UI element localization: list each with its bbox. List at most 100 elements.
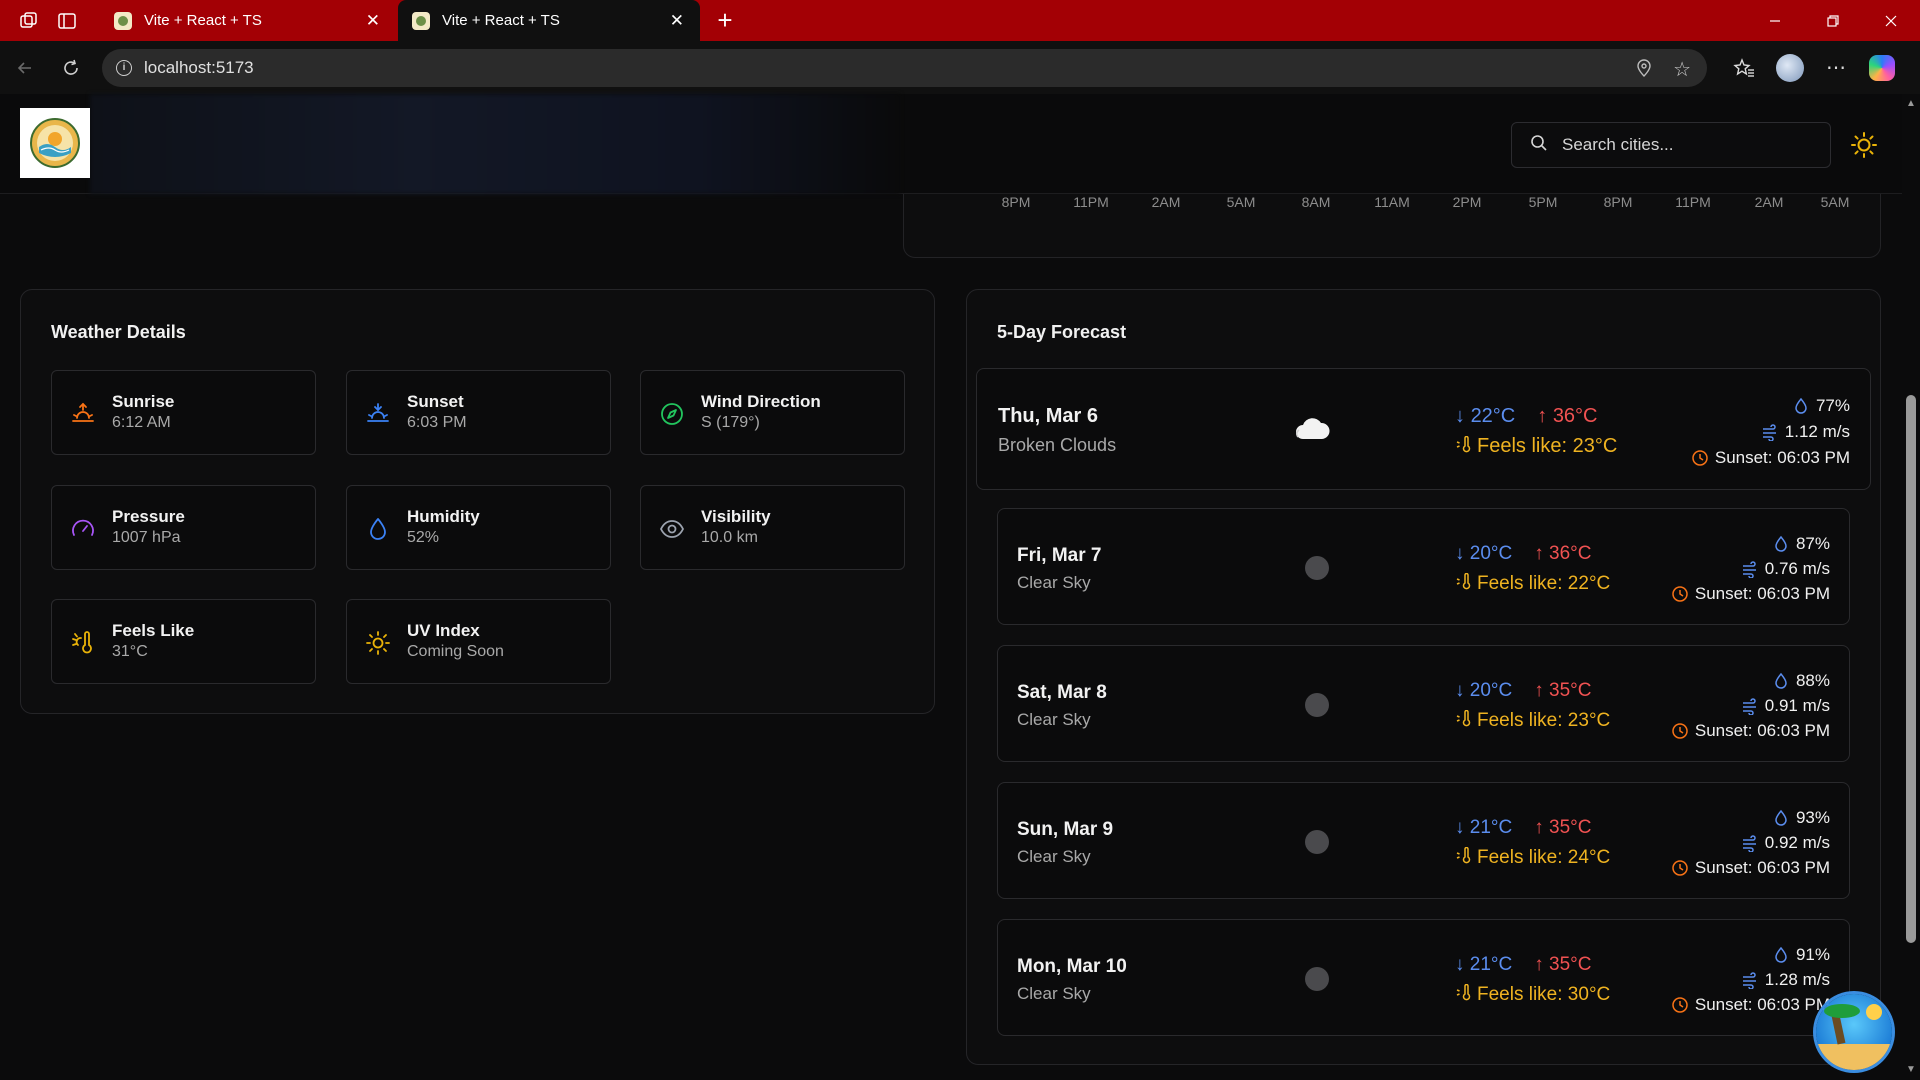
refresh-icon[interactable] (48, 45, 94, 91)
clear-sky-icon (1305, 967, 1329, 991)
humidity-icon (1775, 535, 1787, 552)
humidity-row: 77% (1691, 393, 1850, 419)
vertical-tabs-icon[interactable] (52, 6, 82, 36)
forecast-description: Broken Clouds (998, 435, 1117, 455)
detail-value: 10.0 km (701, 529, 758, 546)
clock-icon (1692, 450, 1708, 466)
search-input[interactable] (1562, 135, 1812, 155)
back-icon[interactable] (2, 45, 48, 91)
axis-tick: 11AM (1374, 194, 1410, 210)
feels-like-value: Feels like: 22°C (1477, 573, 1611, 594)
forecast-day[interactable]: Thu, Mar 6 Broken Clouds ↓ 22°C ↑ 36°C Fe… (976, 368, 1871, 490)
clear-sky-icon (1305, 693, 1329, 717)
thermometer-sun-icon (1456, 435, 1471, 453)
app-logo[interactable] (20, 108, 90, 178)
axis-tick: 8PM (1001, 194, 1031, 210)
axis-tick: 8PM (1603, 194, 1633, 210)
feels-like: Feels like: 23°C (1455, 435, 1617, 458)
temperature-range: ↓ 21°C ↑ 35°C (1455, 817, 1591, 839)
clear-sky-icon (1305, 830, 1329, 854)
clock-icon (1672, 859, 1688, 876)
detail-label: Feels Like (112, 621, 195, 640)
detail-visibility: Visibility 10.0 km (640, 485, 905, 570)
axis-tick: 2AM (1754, 194, 1784, 210)
restore-icon[interactable] (1804, 0, 1862, 41)
feels-like: Feels like: 23°C (1455, 709, 1610, 732)
forecast-day[interactable]: Mon, Mar 10 Clear Sky ↓ 21°C ↑ 35°C Feels… (997, 919, 1850, 1036)
sun-icon (365, 630, 391, 656)
feels-like-value: Feels like: 23°C (1477, 435, 1618, 457)
thermometer-sun-icon (1456, 572, 1471, 590)
city-search[interactable] (1511, 122, 1831, 168)
humidity-row: 93% (1671, 805, 1830, 830)
close-tab-icon[interactable]: ✕ (670, 11, 684, 31)
hourly-temperature-card: 8PM 11PM 2AM 5AM 8AM 11AM 2PM 5PM 8PM 11… (903, 194, 1881, 258)
detail-value: 1007 hPa (112, 529, 181, 546)
detail-value: 52% (407, 529, 440, 546)
sunset-row: Sunset: 06:03 PM (1671, 718, 1830, 743)
weather-details-title: Weather Details (51, 322, 186, 342)
minimize-icon[interactable] (1746, 0, 1804, 41)
site-info-icon[interactable]: i (116, 59, 132, 76)
wind-icon (1742, 697, 1756, 715)
tab-title: Vite + React + TS (442, 12, 560, 29)
scrollbar-thumb[interactable] (1906, 395, 1916, 943)
url-text: localhost:5173 (144, 57, 254, 77)
detail-wind-direction: Wind Direction S (179°) (640, 370, 905, 455)
forecast-meta: 87% 0.76 m/s Sunset: 06:03 PM (1671, 531, 1830, 606)
address-bar-row: i localhost:5173 ☆ ⋯ (0, 41, 1920, 94)
forecast-date: Thu, Mar 6 (998, 405, 1099, 427)
sunset-row: Sunset: 06:03 PM (1691, 445, 1850, 471)
favorites-icon[interactable] (1721, 45, 1767, 91)
axis-tick: 2PM (1452, 194, 1482, 210)
max-temp: ↑ 35°C (1534, 680, 1592, 701)
forecast-date: Mon, Mar 10 (1017, 956, 1127, 977)
humidity-icon (1775, 946, 1787, 963)
detail-sunrise: Sunrise 6:12 AM (51, 370, 316, 455)
min-temp: ↓ 22°C (1455, 405, 1516, 427)
workspaces-icon[interactable] (14, 6, 44, 36)
scroll-up-arrow-icon[interactable]: ▲ (1906, 98, 1916, 109)
wind-row: 0.91 m/s (1671, 693, 1830, 718)
url-field[interactable]: i localhost:5173 ☆ (102, 48, 1707, 87)
browser-tab-bar: Vite + React + TS ✕ Vite + React + TS ✕ … (0, 0, 1920, 41)
humidity-row: 91% (1671, 942, 1830, 967)
wind-icon (1742, 834, 1756, 852)
theme-toggle-sun-icon[interactable] (1848, 129, 1880, 161)
min-temp-value: 20°C (1469, 543, 1513, 564)
axis-tick: 2AM (1151, 194, 1181, 210)
max-temp: ↑ 36°C (1534, 543, 1592, 564)
detail-pressure: Pressure 1007 hPa (51, 485, 316, 570)
forecast-date: Sat, Mar 8 (1017, 682, 1107, 703)
browser-tab-2[interactable]: Vite + React + TS ✕ (398, 0, 700, 41)
forecast-description: Clear Sky (1017, 984, 1091, 1003)
sunrise-icon (70, 401, 96, 427)
wind-icon (1762, 424, 1776, 441)
profile-avatar[interactable] (1767, 45, 1813, 91)
detail-value: S (179°) (701, 414, 760, 431)
close-window-icon[interactable] (1862, 0, 1920, 41)
forecast-day[interactable]: Sun, Mar 9 Clear Sky ↓ 21°C ↑ 35°C Feels … (997, 782, 1850, 899)
axis-tick: 11PM (1675, 194, 1711, 210)
location-pin-icon[interactable] (1637, 58, 1651, 82)
detail-value: Coming Soon (407, 643, 504, 660)
more-options-icon[interactable]: ⋯ (1813, 45, 1859, 91)
new-tab-button[interactable]: + (710, 5, 740, 36)
floating-assistant-avatar[interactable] (1816, 994, 1892, 1070)
compass-icon (659, 401, 685, 427)
scroll-down-arrow-icon[interactable]: ▼ (1906, 1064, 1916, 1075)
droplet-icon (365, 516, 391, 542)
app-header (0, 94, 1902, 194)
tab-favicon (114, 11, 132, 30)
forecast-day[interactable]: Sat, Mar 8 Clear Sky ↓ 20°C ↑ 35°C Feels … (997, 645, 1850, 762)
copilot-icon[interactable] (1859, 45, 1905, 91)
feels-like-value: Feels like: 30°C (1477, 984, 1611, 1005)
detail-label: Sunset (407, 392, 464, 411)
close-tab-icon[interactable]: ✕ (366, 11, 380, 31)
temperature-range: ↓ 20°C ↑ 35°C (1455, 680, 1591, 702)
browser-tab-1[interactable]: Vite + React + TS ✕ (100, 0, 396, 41)
cloud-icon (1294, 415, 1330, 446)
favorite-star-icon[interactable]: ☆ (1673, 57, 1691, 82)
sunset-icon (365, 401, 391, 427)
forecast-day[interactable]: Fri, Mar 7 Clear Sky ↓ 20°C ↑ 36°C Feels … (997, 508, 1850, 625)
